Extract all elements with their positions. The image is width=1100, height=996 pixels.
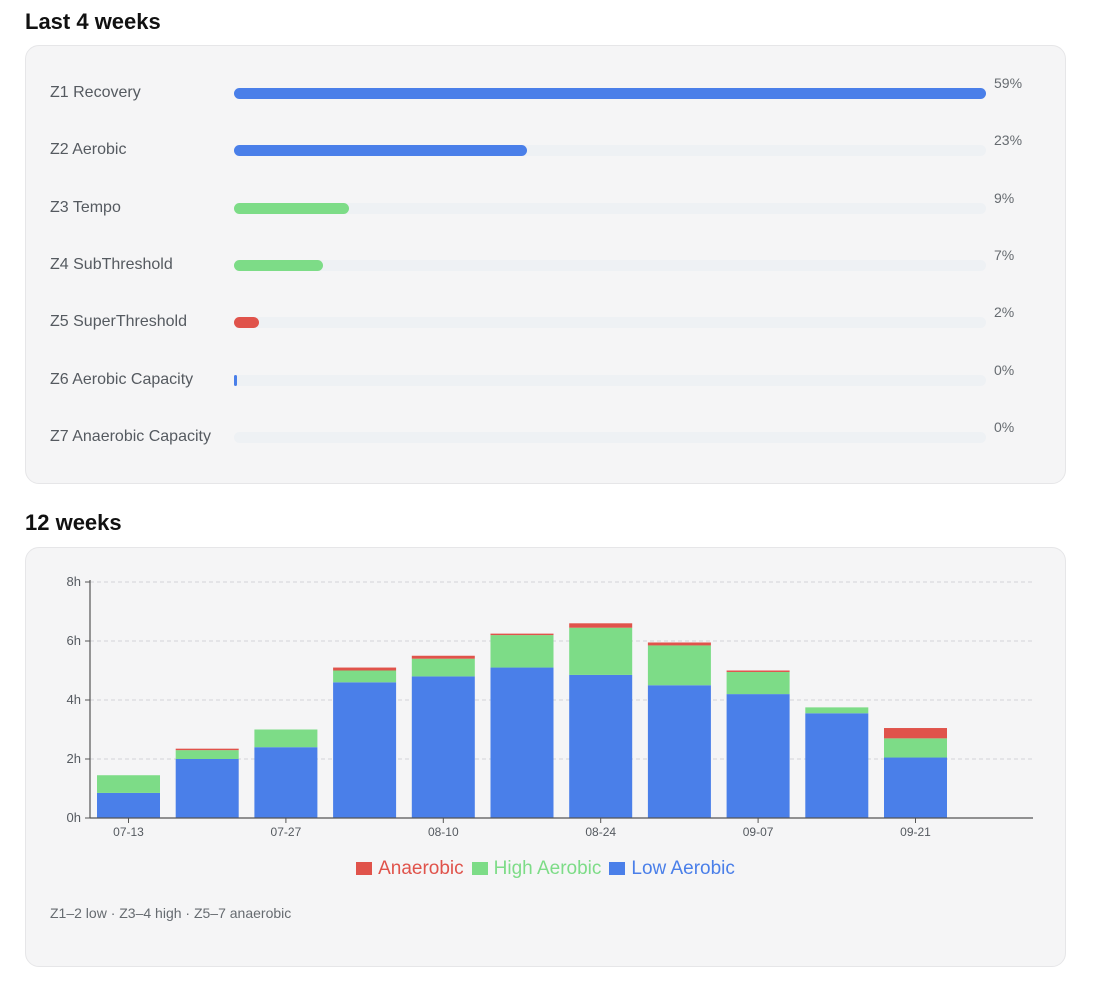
x-tick-label: 08-24 [585, 825, 616, 839]
zone-label: Z6 Aerobic Capacity [50, 370, 194, 388]
zone-bar-fill [234, 317, 260, 329]
zone-bar-fill [234, 259, 324, 271]
zone-percent: 0% [994, 361, 1015, 378]
zone-label: Z2 Aerobic [50, 141, 127, 159]
legend-item[interactable]: Anaerobic [356, 858, 464, 880]
bar-segment [490, 633, 554, 636]
zone-percent: 0% [994, 418, 1015, 435]
zone-percent: 23% [994, 132, 1023, 149]
bar-segment [647, 645, 711, 686]
x-tick-label: 08-10 [428, 825, 459, 839]
bar-segment [805, 707, 869, 714]
zone-bar-fill [234, 202, 349, 214]
bar-segment [647, 642, 711, 646]
y-tick-label: 4h [67, 692, 81, 707]
zone-bar-fill [234, 374, 237, 386]
y-tick-label: 8h [67, 574, 81, 589]
zone-row: Z5 SuperThreshold 2% [26, 303, 1065, 343]
bar-segment [726, 694, 790, 818]
x-tick-label: 07-27 [271, 825, 302, 839]
zone-row: Z4 SubThreshold 7% [26, 246, 1065, 286]
zone-distribution-card: Z1 Recovery 59% Z2 Aerobic 23% Z3 Tempo 9% Z4 … [25, 45, 1066, 484]
legend-swatch [471, 862, 488, 875]
bar-segment [175, 759, 239, 818]
bar-segment [884, 757, 947, 818]
zone-row: Z1 Recovery 59% [26, 74, 1065, 114]
stacked-bar-chart: 0h 2h 4h 6h 8h 07-13 07-27 08-10 08-24 09-07 09-21 [67, 574, 1033, 839]
zone-bar-track [234, 259, 986, 271]
bar-segment [254, 729, 318, 748]
bar-segment [333, 682, 397, 818]
bar-segment [490, 635, 554, 668]
zone-bar-track [234, 431, 986, 443]
zone-row: Z2 Aerobic 23% [26, 131, 1065, 171]
zone-percent: 2% [994, 304, 1015, 321]
bar-segment [647, 685, 711, 818]
zone-row: Z3 Tempo 9% [26, 189, 1065, 229]
last-4-weeks-title: Last 4 weeks [25, 9, 161, 34]
zone-row: Z6 Aerobic Capacity 0% [26, 361, 1065, 401]
legend-label: Low Aerobic [631, 858, 735, 879]
zone-row: Z7 Anaerobic Capacity 0% [26, 418, 1065, 458]
y-tick-label: 6h [67, 633, 81, 648]
weekly-chart-card: 0h 2h 4h 6h 8h 07-13 07-27 08-10 08-24 09-07 09-21… [25, 547, 1066, 967]
zone-label: Z3 Tempo [50, 198, 121, 216]
legend-label: Anaerobic [378, 858, 464, 879]
zone-label: Z7 Anaerobic Capacity [50, 427, 211, 445]
bar-segment [97, 792, 160, 818]
bar-segment [569, 623, 633, 628]
bar-segment [726, 671, 790, 695]
zone-bar-fill [234, 88, 986, 99]
legend-label: High Aerobic [493, 858, 602, 879]
bar-segment [175, 748, 239, 751]
zone-label: Z4 SubThreshold [50, 255, 173, 273]
zone-bar-track [234, 374, 986, 386]
bar-segment [569, 674, 633, 818]
bar-segment [884, 738, 947, 758]
y-tick-label: 0h [67, 810, 81, 825]
bar-segment [333, 667, 397, 671]
bar-segment [805, 713, 869, 818]
zone-bar-track [234, 317, 986, 329]
zone-percent: 7% [994, 246, 1015, 263]
zone-label: Z1 Recovery [50, 84, 141, 101]
zone-bar-track [234, 202, 986, 214]
bar-segment [411, 655, 475, 659]
chart-legend: Anaerobic High Aerobic Low Aerobic [26, 858, 1065, 880]
zone-bar-track [234, 145, 986, 157]
x-tick-label: 07-13 [113, 825, 144, 839]
bar-segment [569, 627, 633, 675]
bar-segment [726, 670, 790, 672]
legend-item[interactable]: High Aerobic [471, 858, 602, 880]
zone-percent: 59% [994, 75, 1023, 91]
bar-segment [175, 750, 239, 759]
zone-bar-fill [234, 145, 528, 157]
y-tick-label: 2h [67, 751, 81, 766]
x-tick-label: 09-21 [900, 825, 931, 839]
zone-percent: 9% [994, 189, 1015, 206]
legend-item[interactable]: Low Aerobic [609, 858, 735, 880]
twelve-weeks-title: 12 weeks [25, 510, 122, 535]
bar-segment [97, 775, 160, 793]
x-tick-label: 09-07 [743, 825, 774, 839]
bar-segment [884, 728, 947, 739]
bar-segment [490, 667, 554, 818]
legend-swatch [356, 862, 373, 875]
bar-segment [333, 670, 397, 683]
zone-grouping-footnote: Z1–2 low · Z3–4 high · Z5–7 anaerobic [50, 905, 292, 921]
zone-bar-track [234, 88, 986, 99]
bar-segment [254, 747, 318, 818]
zone-label: Z5 SuperThreshold [50, 313, 187, 331]
bar-segment [411, 676, 475, 818]
bar-segment [411, 658, 475, 677]
legend-swatch [609, 862, 626, 875]
